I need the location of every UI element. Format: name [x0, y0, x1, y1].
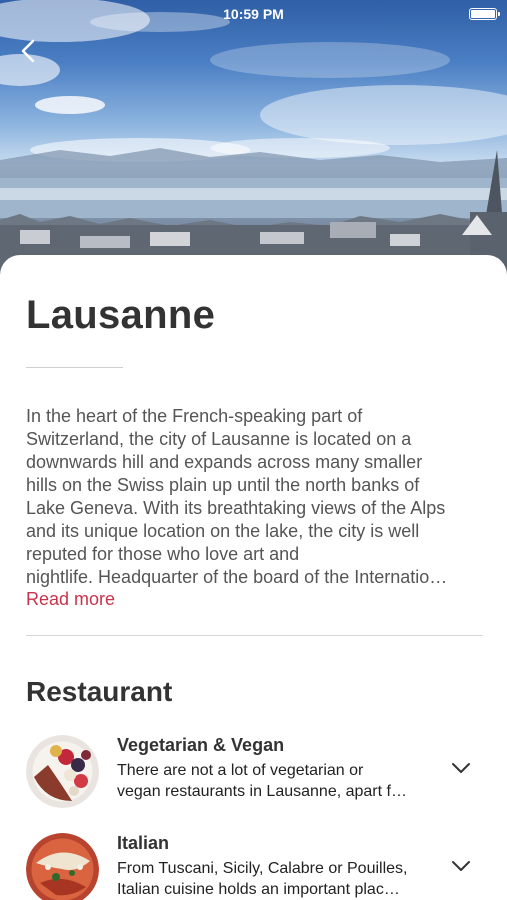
chevron-down-icon	[452, 763, 470, 773]
battery-icon	[469, 8, 500, 20]
status-bar: 10:59 PM	[0, 0, 507, 28]
restaurant-item-text: From Tuscani, Sicily, Calabre or Pouille…	[117, 858, 437, 900]
title-divider	[26, 367, 123, 368]
vegetarian-thumbnail	[26, 735, 99, 808]
restaurant-item-text: There are not a lot of vegetarian or veg…	[117, 760, 437, 802]
back-button[interactable]	[14, 36, 44, 66]
status-time: 10:59 PM	[223, 6, 284, 22]
restaurant-item-vegetarian[interactable]: Vegetarian & Vegan There are not a lot o…	[26, 735, 483, 815]
restaurant-item-title: Vegetarian & Vegan	[117, 735, 285, 755]
italian-thumbnail	[26, 833, 99, 900]
restaurant-item-text-line: There are not a lot of vegetarian or	[117, 762, 364, 779]
restaurant-item-italian[interactable]: Italian From Tuscani, Sicily, Calabre or…	[26, 833, 483, 900]
restaurant-item-title: Italian	[117, 833, 170, 853]
description-line: Switzerland, the city of Lausanne is loc…	[26, 429, 412, 449]
restaurant-item-text-line: Italian cuisine holds an important plac…	[117, 881, 400, 898]
section-divider	[26, 635, 483, 636]
description-line: nightlife. Headquarter of the board of t…	[26, 567, 448, 587]
restaurant-item-text-line: vegan restaurants in Lausanne, apart f…	[117, 783, 407, 800]
description-line: In the heart of the French-speaking part…	[26, 406, 363, 426]
expand-chevron-button[interactable]	[450, 855, 472, 877]
content-sheet: Lausanne In the heart of the French-spea…	[0, 255, 507, 900]
chevron-down-icon	[452, 861, 470, 871]
expand-chevron-button[interactable]	[450, 757, 472, 779]
description-line: hills on the Swiss plain up until the no…	[26, 475, 420, 495]
description-line: and its unique location on the lake, the…	[26, 521, 420, 541]
lausanne-panorama	[0, 0, 507, 285]
city-description: In the heart of the French-speaking part…	[26, 405, 484, 589]
description-line: downwards hill and expands across many s…	[26, 452, 423, 472]
description-line: reputed for those who love art and	[26, 544, 300, 564]
hero-image: 10:59 PM	[0, 0, 507, 285]
chevron-left-icon	[21, 39, 35, 63]
restaurant-section-title: Restaurant	[26, 676, 173, 707]
restaurant-item-text-line: From Tuscani, Sicily, Calabre or Pouille…	[117, 860, 408, 877]
city-title: Lausanne	[26, 293, 216, 337]
read-more-link[interactable]: Read more	[26, 589, 115, 610]
description-line: Lake Geneva. With its breathtaking views…	[26, 498, 446, 518]
